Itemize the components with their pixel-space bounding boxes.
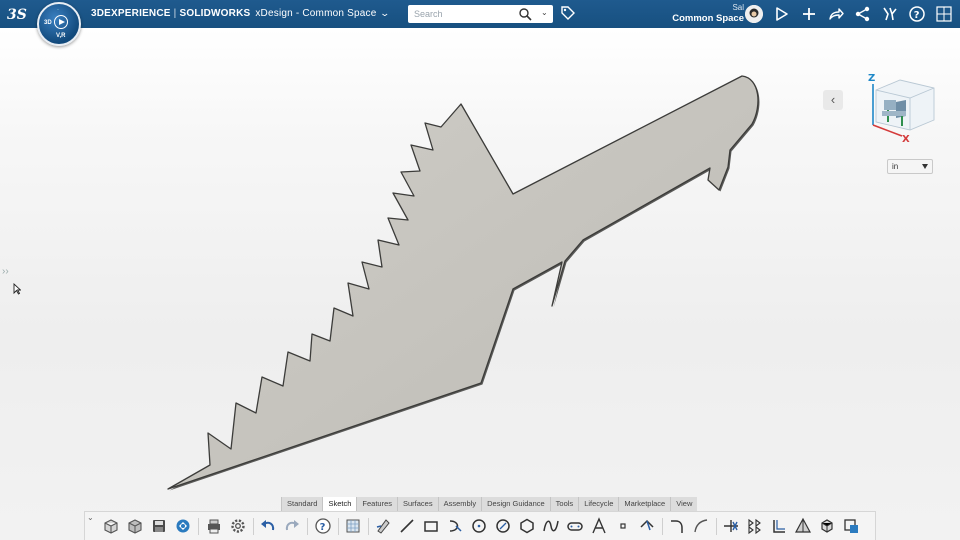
tab-tools[interactable]: Tools xyxy=(549,497,579,511)
point-icon[interactable] xyxy=(614,517,632,535)
top-bar: 3S 3DEXPERIENCE | SOLIDWORKS xDesign - Comm… xyxy=(0,0,960,28)
ds-logo-icon[interactable]: 3S xyxy=(6,4,28,24)
search-icon[interactable] xyxy=(518,7,532,21)
tab-surfaces[interactable]: Surfaces xyxy=(397,497,438,511)
print-icon[interactable] xyxy=(205,517,223,535)
command-tabs: Standard Sketch Features Surfaces Assemb… xyxy=(281,497,698,511)
app-title: xDesign - Common Space xyxy=(255,8,377,19)
svg-text:?: ? xyxy=(320,522,326,533)
axis-x-label: X xyxy=(902,134,910,142)
trim-icon[interactable] xyxy=(722,517,740,535)
chevron-down-icon xyxy=(922,164,928,169)
search-box[interactable]: ⌄ xyxy=(408,5,553,23)
toolbar-separator xyxy=(198,518,199,535)
collapse-panel-button[interactable]: ‹ xyxy=(823,90,843,110)
avatar[interactable] xyxy=(745,5,763,23)
part-face xyxy=(167,75,759,490)
fillet-icon[interactable] xyxy=(668,517,686,535)
tab-standard[interactable]: Standard xyxy=(281,497,323,511)
compass-icon[interactable]: · 3D V,R xyxy=(37,2,81,46)
viewcube[interactable]: Z X xyxy=(866,70,940,142)
circle-icon[interactable] xyxy=(470,517,488,535)
compass-3d-label: 3D xyxy=(44,20,52,26)
units-select[interactable]: in xyxy=(887,159,933,174)
forward-icon[interactable] xyxy=(827,5,845,23)
polygon-icon[interactable] xyxy=(518,517,536,535)
extrude-icon[interactable] xyxy=(842,517,860,535)
svg-text:?: ? xyxy=(914,10,920,21)
search-dropdown-icon[interactable]: ⌄ xyxy=(541,8,548,17)
toolbar-separator xyxy=(368,518,369,535)
brand-3dexperience: 3DEXPERIENCE xyxy=(91,8,171,19)
redo-icon[interactable] xyxy=(283,517,301,535)
3d-viewport[interactable]: ›› ‹ Z X in xyxy=(0,28,960,540)
tab-view[interactable]: View xyxy=(670,497,698,511)
share-icon[interactable] xyxy=(854,5,872,23)
chevron-down-icon[interactable]: ⌄ xyxy=(380,8,391,19)
user-info[interactable]: Sal Common Space xyxy=(672,2,744,24)
search-input[interactable] xyxy=(408,5,513,23)
undo-icon[interactable] xyxy=(259,517,277,535)
tab-lifecycle[interactable]: Lifecycle xyxy=(578,497,619,511)
toolbar-separator xyxy=(662,518,663,535)
tab-marketplace[interactable]: Marketplace xyxy=(618,497,671,511)
command-toolbar: ⌄ ? xyxy=(84,511,876,540)
line-icon[interactable] xyxy=(398,517,416,535)
save-as-icon[interactable] xyxy=(174,517,192,535)
grid-icon[interactable] xyxy=(935,5,953,23)
new-part-icon[interactable] xyxy=(102,517,120,535)
pen-icon[interactable] xyxy=(374,517,392,535)
brand-solidworks: SOLIDWORKS xyxy=(179,8,251,19)
chamfer-icon[interactable] xyxy=(692,517,710,535)
add-icon[interactable] xyxy=(800,5,818,23)
sketch-plane-icon[interactable] xyxy=(344,517,362,535)
construction-icon[interactable] xyxy=(638,517,656,535)
compass-vr-label: V,R xyxy=(56,33,66,39)
ellipse-icon[interactable] xyxy=(494,517,512,535)
toolbar-separator xyxy=(716,518,717,535)
spline-icon[interactable] xyxy=(542,517,560,535)
share-flag-icon[interactable] xyxy=(773,5,791,23)
tab-design-guidance[interactable]: Design Guidance xyxy=(481,497,550,511)
units-value: in xyxy=(892,162,899,171)
play-icon[interactable] xyxy=(54,15,68,29)
axis-z-label: Z xyxy=(868,73,875,84)
save-icon[interactable] xyxy=(150,517,168,535)
left-panel-expander[interactable]: ›› xyxy=(2,266,9,277)
help-icon[interactable]: ? xyxy=(908,5,926,23)
convert-icon[interactable] xyxy=(770,517,788,535)
toolbar-separator xyxy=(338,518,339,535)
mirror-icon[interactable] xyxy=(794,517,812,535)
tab-sketch[interactable]: Sketch xyxy=(322,497,357,511)
tab-assembly[interactable]: Assembly xyxy=(437,497,482,511)
toolbar-separator xyxy=(253,518,254,535)
arc-icon[interactable] xyxy=(446,517,464,535)
rectangle-icon[interactable] xyxy=(422,517,440,535)
pattern-icon[interactable] xyxy=(818,517,836,535)
help-icon[interactable]: ? xyxy=(314,517,332,535)
part-model[interactable] xyxy=(0,28,960,540)
toolbar-collapse-icon[interactable]: ⌄ xyxy=(87,513,94,522)
toolbar-separator xyxy=(307,518,308,535)
offset-icon[interactable] xyxy=(746,517,764,535)
slot-icon[interactable] xyxy=(566,517,584,535)
collaborative-space-name: Common Space xyxy=(672,13,744,24)
tab-features[interactable]: Features xyxy=(356,497,397,511)
mouse-cursor-icon xyxy=(13,283,21,295)
user-name: Sal xyxy=(732,3,744,12)
open-icon[interactable] xyxy=(126,517,144,535)
settings-icon[interactable] xyxy=(229,517,247,535)
text-icon[interactable] xyxy=(590,517,608,535)
svg-text:3S: 3S xyxy=(7,7,27,23)
apps-icon[interactable] xyxy=(881,5,899,23)
app-brand[interactable]: 3DEXPERIENCE | SOLIDWORKS xDesign - Common … xyxy=(91,8,391,19)
tag-icon[interactable] xyxy=(560,5,576,21)
